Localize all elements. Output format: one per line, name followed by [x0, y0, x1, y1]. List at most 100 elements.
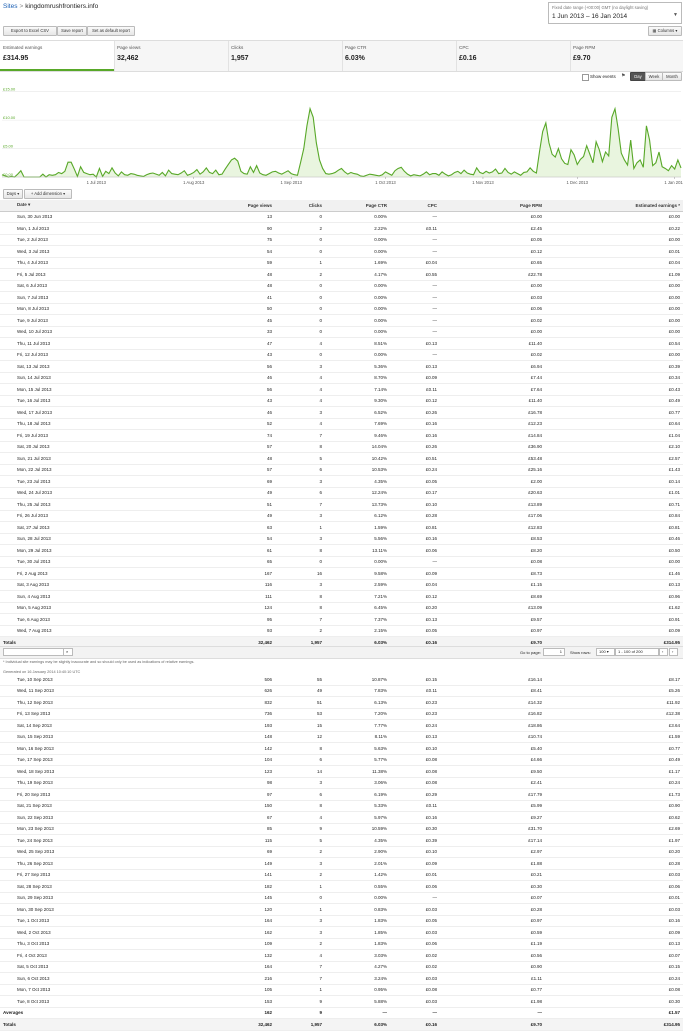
- cell-rpm: £2.97: [440, 846, 545, 858]
- column-header-page-views[interactable]: Page views: [180, 200, 275, 212]
- averages-page-views: 162: [180, 1007, 275, 1019]
- granularity-week-button[interactable]: Week: [645, 72, 663, 81]
- cell-date: Wed, 25 Sep 2013: [0, 846, 180, 858]
- cell-rpm: £0.02: [440, 349, 545, 361]
- cell-clicks: 3: [275, 533, 325, 545]
- cell-ctr: 5.63%: [325, 742, 390, 755]
- cell-ctr: 14.04%: [325, 441, 390, 453]
- scorecard-page-ctr[interactable]: Page CTR 6.03%: [342, 41, 457, 71]
- cell-date: Sat, 3 Aug 2013: [0, 579, 180, 591]
- cell-ctr: 0.55%: [325, 880, 390, 893]
- cell-cpc: £0.26: [390, 441, 440, 453]
- show-rows-select[interactable]: 100 ▾: [596, 648, 615, 656]
- cell-earnings: £3.64: [545, 719, 683, 732]
- column-header-label: Estimated earnings: [635, 202, 677, 208]
- totals-ctr: 6.03%: [325, 1018, 390, 1031]
- go-to-page-input[interactable]: 1: [543, 648, 565, 656]
- table-row: Sat, 3 Aug 2013 116 3 2.59% £0.04 £1.15 £0.13: [0, 579, 683, 591]
- cell-cpc: —: [390, 291, 440, 304]
- column-header-label: Date: [17, 202, 27, 208]
- cell-clicks: 3: [275, 406, 325, 419]
- table-row: Thu, 4 Jul 2013 59 1 1.69% £0.04 £0.65 £0.04: [0, 257, 683, 269]
- cell-page-views: 74: [180, 429, 275, 442]
- show-events-checkbox[interactable]: [582, 74, 589, 81]
- cell-date: Thu, 25 Jul 2013: [0, 498, 180, 511]
- cell-cpc: £0.51: [390, 452, 440, 465]
- table-row: Sun, 30 Jun 2013 13 0 0.00% — £0.00 £0.00: [0, 211, 683, 223]
- breadcrumb-sites-link[interactable]: Sites: [3, 3, 17, 10]
- cell-clicks: 51: [275, 696, 325, 709]
- scorecard-page-views[interactable]: Page views 32,462: [114, 41, 229, 71]
- table-row: Fri, 13 Sep 2013 736 53 7.20% £0.23 £16.82 £12…: [0, 708, 683, 720]
- cell-earnings: £0.09: [545, 926, 683, 939]
- show-rows-label: Show rows:: [570, 650, 591, 655]
- cell-date: Sun, 6 Oct 2013: [0, 972, 180, 985]
- date-range-picker[interactable]: Fixed date range (+00:00) GMT (no daylig…: [548, 2, 682, 24]
- add-dimension-button[interactable]: + Add dimension ▾: [24, 189, 72, 199]
- cell-clicks: 4: [275, 418, 325, 430]
- prev-page-icon[interactable]: ‹: [659, 648, 668, 656]
- add-dimension-label: Add dimension: [34, 191, 62, 196]
- cell-ctr: 8.11%: [325, 731, 390, 743]
- scorecard-page-rpm[interactable]: Page RPM £9.70: [570, 41, 683, 71]
- cell-ctr: 2.01%: [325, 857, 390, 870]
- filter-input[interactable]: [3, 648, 67, 656]
- column-header-cpc[interactable]: CPC: [390, 200, 440, 212]
- cell-earnings: £0.49: [545, 395, 683, 407]
- cell-date: Wed, 3 Jul 2013: [0, 245, 180, 258]
- export-csv-button[interactable]: Export to Excel CSV: [3, 26, 57, 36]
- table-row: Sun, 6 Oct 2013 216 7 3.24% £0.03 £1.11 £0.24: [0, 972, 683, 985]
- columns-button[interactable]: ▦ Columns ▾: [648, 26, 682, 36]
- cell-rpm: £0.00: [440, 280, 545, 292]
- scorecard-cpc[interactable]: CPC £0.16: [456, 41, 571, 71]
- cell-date: Tue, 30 Jul 2013: [0, 556, 180, 568]
- cell-earnings: £0.01: [545, 245, 683, 258]
- column-header-clicks[interactable]: Clicks: [275, 200, 325, 212]
- cell-earnings: £0.00: [545, 234, 683, 246]
- cell-earnings: £0.34: [545, 372, 683, 384]
- cell-ctr: 5.97%: [325, 811, 390, 824]
- column-header-page-ctr[interactable]: Page CTR: [325, 200, 390, 212]
- granularity-month-button[interactable]: Month: [662, 72, 682, 81]
- save-report-button[interactable]: Save report: [57, 26, 87, 36]
- set-default-report-button[interactable]: Set as default report: [87, 26, 135, 36]
- cell-rpm: £8.41: [440, 685, 545, 697]
- cell-page-views: 120: [180, 903, 275, 916]
- cell-page-views: 116: [180, 579, 275, 591]
- cell-rpm: £13.89: [440, 498, 545, 511]
- dimension-dropdown[interactable]: Days ▾: [3, 189, 23, 199]
- cell-rpm: £12.23: [440, 418, 545, 430]
- granularity-day-button[interactable]: Day: [630, 72, 646, 81]
- cell-clicks: 3: [275, 915, 325, 927]
- cell-rpm: £53.48: [440, 452, 545, 465]
- cell-earnings: £1.17: [545, 765, 683, 778]
- earnings-chart-svg: £15.00£10.00£5.00£0.001 Jul 2013 1 Aug 20…: [1, 87, 683, 185]
- table-row: Mon, 15 Jul 2013 56 4 7.14% £0.11 £7.64 £0.43: [0, 383, 683, 396]
- cell-ctr: 1.85%: [325, 926, 390, 939]
- scorecard-estimated-earnings[interactable]: Estimated earnings £314.95: [0, 41, 115, 71]
- cell-date: Tue, 10 Sep 2013: [0, 674, 180, 686]
- column-header-page-rpm[interactable]: Page RPM: [440, 200, 545, 212]
- search-icon[interactable]: ⌕: [63, 648, 73, 656]
- scorecard-label: Page RPM: [573, 45, 596, 50]
- granularity-week-label: Week: [648, 74, 660, 79]
- table-row: Sun, 28 Jul 2013 54 3 5.56% £0.16 £8.53 £0.46: [0, 533, 683, 545]
- cell-rpm: £16.82: [440, 708, 545, 720]
- cell-ctr: 5.33%: [325, 800, 390, 812]
- table-row: Tue, 17 Sep 2013 104 6 5.77% £0.08 £4.66 £0.49: [0, 754, 683, 766]
- cell-earnings: £0.43: [545, 383, 683, 396]
- x-tick-label: 1 Jul 2013: [87, 180, 107, 185]
- cell-earnings: £1.04: [545, 429, 683, 442]
- column-header-date[interactable]: Date ▾: [0, 200, 180, 212]
- scorecard-clicks[interactable]: Clicks 1,957: [228, 41, 343, 71]
- table-row: Fri, 20 Sep 2013 97 6 6.19% £0.29 £17.79 £1.73: [0, 788, 683, 801]
- column-header-estimated-earnings[interactable]: Estimated earnings *: [545, 200, 683, 212]
- cell-earnings: £0.00: [545, 303, 683, 315]
- next-page-icon[interactable]: ›: [669, 648, 678, 656]
- y-tick-label: £5.00: [3, 144, 14, 149]
- cell-clicks: 14: [275, 765, 325, 778]
- cell-cpc: £0.06: [390, 544, 440, 557]
- cell-page-views: 95: [180, 613, 275, 626]
- cell-clicks: 2: [275, 222, 325, 235]
- cell-page-views: 57: [180, 464, 275, 476]
